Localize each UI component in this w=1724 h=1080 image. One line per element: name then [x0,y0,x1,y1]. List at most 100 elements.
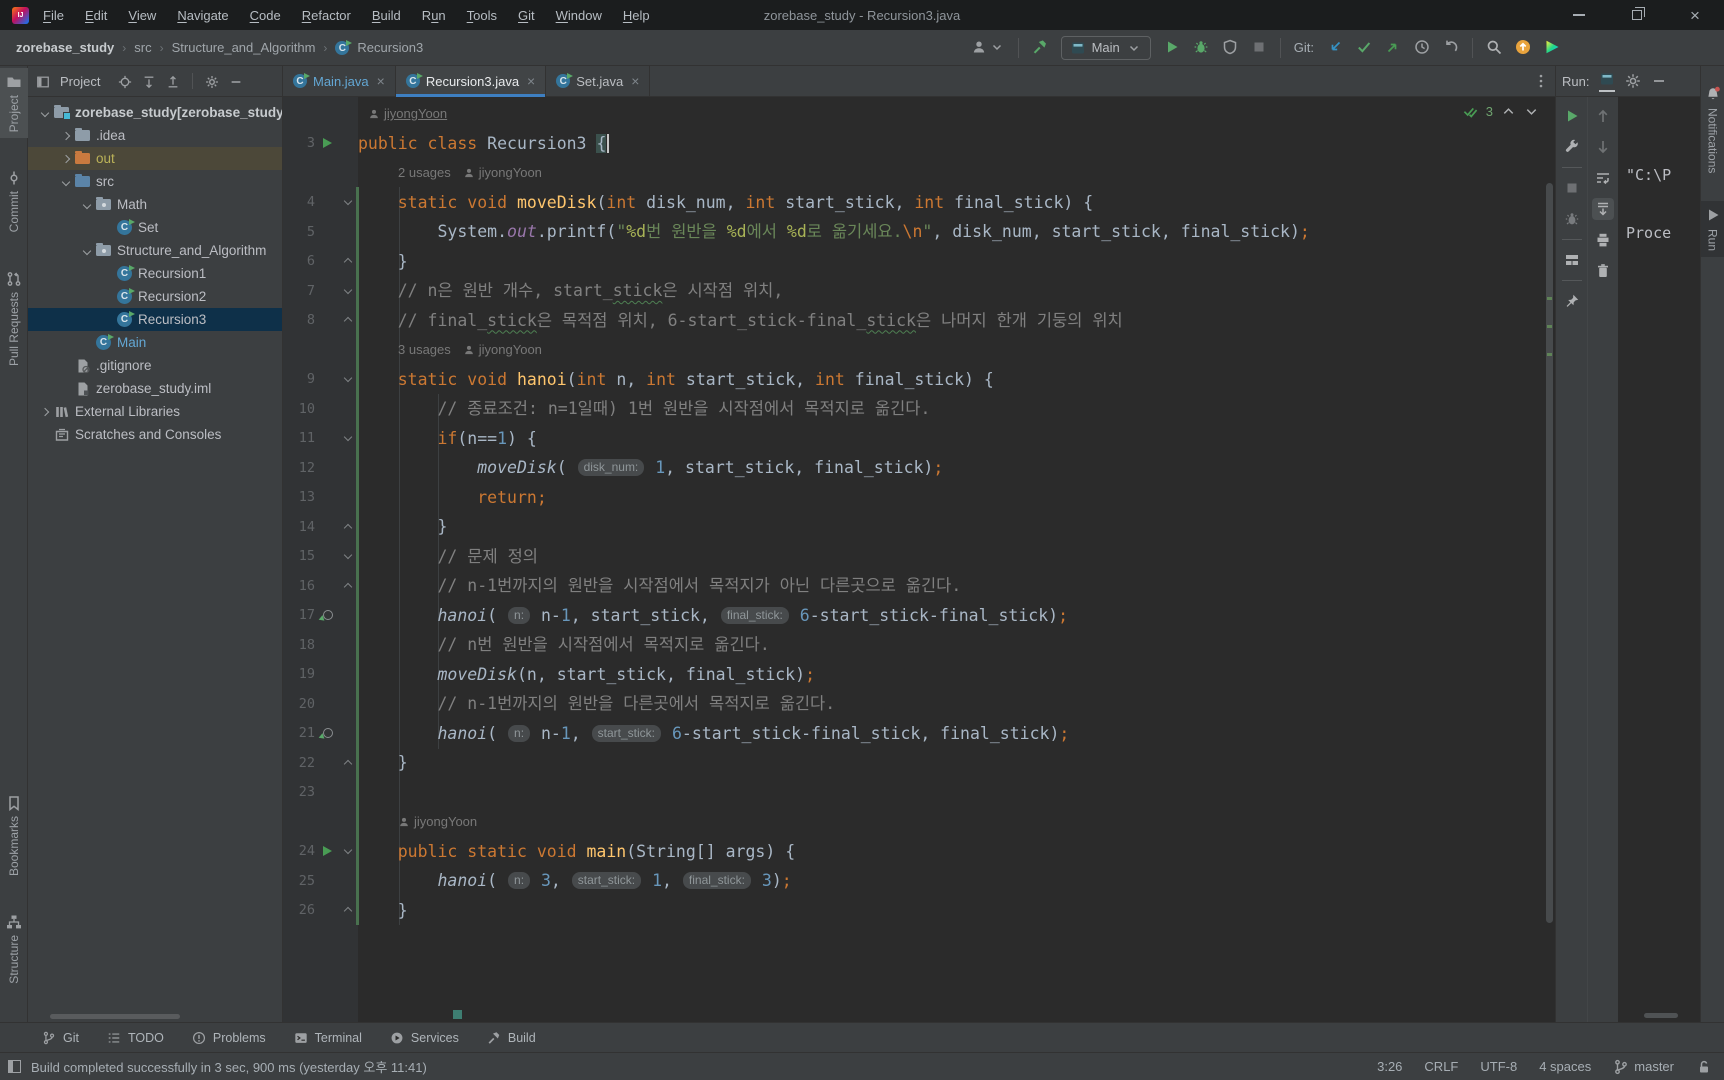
fold-marker-icon[interactable] [344,433,352,441]
tree-item-set[interactable]: Set [28,216,282,239]
print-button[interactable] [1592,229,1614,251]
edit-configuration-button[interactable] [1561,136,1583,158]
fold-marker-icon[interactable] [344,524,352,532]
tab-close-icon[interactable]: × [631,73,639,89]
usages-hint[interactable]: 3 usages [398,342,451,357]
tree-item--gitignore[interactable]: .gitignore [28,354,282,377]
fold-marker-icon[interactable] [344,907,352,915]
tab-set-java[interactable]: Set.java× [546,66,650,96]
menu-window[interactable]: Window [556,8,602,23]
menu-view[interactable]: View [128,8,156,23]
tree-chevron-icon[interactable] [78,202,95,208]
stripe-item-structure[interactable]: Structure [0,908,28,990]
tree-item-zorebase_study[interactable]: zorebase_study [zerobase_study] [28,101,282,124]
stripe-item-run[interactable]: Run [1701,201,1724,257]
tree-item-recursion2[interactable]: Recursion2 [28,285,282,308]
tree-item-external-libraries[interactable]: External Libraries [28,400,282,423]
code-editor[interactable]: jiyongYoon3public class Recursion3 {2 us… [283,97,1555,1022]
down-stacktrace-button[interactable] [1592,136,1614,158]
tree-item-main[interactable]: Main [28,331,282,354]
git-update-button[interactable] [1327,39,1343,57]
restart-debug-button[interactable] [1561,208,1583,230]
tab-close-icon[interactable]: × [527,73,535,89]
toolwindow-button-todo[interactable]: TODO [107,1031,164,1045]
collapse-all-button[interactable] [166,73,180,89]
tree-chevron-icon[interactable] [57,179,74,185]
tab-recursion3-java[interactable]: Recursion3.java× [396,66,546,96]
recursive-call-gutter-icon[interactable] [323,610,333,620]
run-settings-button[interactable] [1625,73,1641,90]
menu-run[interactable]: Run [422,8,446,23]
author-hint[interactable]: jiyongYoon [479,342,542,357]
whats-new-button[interactable] [1544,39,1560,57]
readonly-lock-icon[interactable] [1696,1058,1712,1075]
toolwindow-button-terminal[interactable]: Terminal [294,1031,362,1045]
fold-marker-icon[interactable] [344,374,352,382]
profile-button[interactable] [971,39,1005,57]
git-push-button[interactable] [1385,39,1401,57]
hide-panel-button[interactable] [229,73,243,89]
breadcrumb-item[interactable]: src [134,40,151,55]
soft-wrap-button[interactable] [1592,167,1614,189]
next-problem-button[interactable] [1524,103,1539,119]
tree-chevron-icon[interactable] [57,156,74,162]
toolwindow-button-services[interactable]: Services [390,1031,459,1045]
stripe-item-bookmarks[interactable]: Bookmarks [0,789,28,882]
breadcrumb-item[interactable]: Structure_and_Algorithm [172,40,316,55]
minimize-button[interactable] [1550,0,1608,30]
scroll-to-end-button[interactable] [1592,198,1614,220]
menu-git[interactable]: Git [518,8,535,23]
tree-chevron-icon[interactable] [57,133,74,139]
locate-file-button[interactable] [118,73,132,89]
menu-tools[interactable]: Tools [467,8,497,23]
console-horizontal-scrollbar[interactable] [1644,1013,1678,1018]
fold-marker-icon[interactable] [344,317,352,325]
restore-button[interactable] [1608,0,1666,30]
stop-process-button[interactable] [1561,177,1583,199]
fold-marker-icon[interactable] [344,846,352,854]
menu-code[interactable]: Code [250,8,281,23]
tree-item-scratches-and-consoles[interactable]: Scratches and Consoles [28,423,282,446]
stripe-item-commit[interactable]: Commit [0,164,28,238]
toolwindow-button-problems[interactable]: Problems [192,1031,266,1045]
tree-item-recursion1[interactable]: Recursion1 [28,262,282,285]
up-stacktrace-button[interactable] [1592,105,1614,127]
git-commit-button[interactable] [1356,39,1372,57]
tree-item-math[interactable]: Math [28,193,282,216]
build-button[interactable] [1032,39,1048,57]
tree-item-structure_and_algorithm[interactable]: Structure_and_Algorithm [28,239,282,262]
history-button[interactable] [1414,39,1430,57]
inspections-widget[interactable]: 3 [1463,103,1539,119]
file-encoding[interactable]: UTF-8 [1480,1059,1517,1074]
hide-run-panel-button[interactable] [1651,73,1667,90]
tree-item-zerobase_study-iml[interactable]: zerobase_study.iml [28,377,282,400]
tree-item--idea[interactable]: .idea [28,124,282,147]
author-hint[interactable]: jiyongYoon [384,106,447,121]
tree-item-out[interactable]: out [28,147,282,170]
coverage-button[interactable] [1222,39,1238,57]
recursive-call-gutter-icon[interactable] [323,728,333,738]
run-configuration-select[interactable]: Main [1061,36,1151,60]
indent-setting[interactable]: 4 spaces [1539,1059,1591,1074]
clear-console-button[interactable] [1592,260,1614,282]
console-tab-icon[interactable] [1599,70,1615,92]
caret-position[interactable]: 3:26 [1377,1059,1402,1074]
project-settings-button[interactable] [205,73,219,89]
tab-close-icon[interactable]: × [377,73,385,89]
run-gutter-icon[interactable] [323,846,332,856]
toolwindow-toggle-icon[interactable] [8,1060,21,1073]
editor-scrollbar[interactable] [1545,97,1554,1022]
project-horizontal-scrollbar[interactable] [50,1014,180,1019]
tree-chevron-icon[interactable] [78,248,95,254]
toolwindow-button-build[interactable]: Build [487,1031,536,1045]
prev-problem-button[interactable] [1501,103,1516,119]
ide-update-button[interactable] [1515,39,1531,57]
fold-marker-icon[interactable] [344,197,352,205]
breadcrumb-item[interactable]: Recursion3 [357,40,423,55]
usages-hint[interactable]: 2 usages [398,165,451,180]
pin-tab-button[interactable] [1561,290,1583,312]
run-gutter-icon[interactable] [323,138,332,148]
menu-refactor[interactable]: Refactor [302,8,351,23]
author-hint[interactable]: jiyongYoon [479,165,542,180]
search-everywhere-button[interactable] [1486,39,1502,57]
